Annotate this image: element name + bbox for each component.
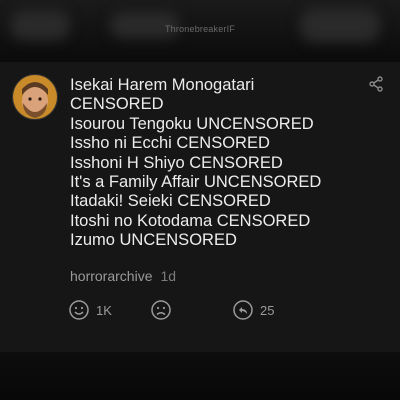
like-count: 1K — [96, 302, 112, 318]
reply-icon — [233, 300, 253, 320]
frown-icon — [151, 300, 171, 320]
comment-line: Itadaki! Seieki CENSORED — [70, 192, 271, 211]
author-name[interactable]: horrorarchive — [70, 268, 152, 284]
bottom-background — [0, 352, 400, 400]
comment-line: CENSORED — [70, 95, 164, 114]
comment-time: 1d — [160, 268, 177, 284]
share-icon[interactable] — [368, 76, 384, 92]
reply-button[interactable]: 25 — [232, 298, 274, 322]
dislike-button[interactable] — [150, 298, 178, 322]
comment-line: Issho ni Ecchi CENSORED — [70, 134, 270, 153]
like-button[interactable]: 1K — [68, 298, 112, 322]
watermark-text: ThronebreakerIF — [164, 24, 236, 34]
comment-meta: horrorarchive 1d — [70, 268, 176, 284]
avatar-image — [13, 75, 57, 119]
comment-line: Isshoni H Shiyo CENSORED — [70, 153, 283, 172]
comment-line: Itoshi no Kotodama CENSORED — [70, 211, 311, 230]
action-bar: 1K 25 — [68, 298, 288, 322]
comment-text: Isekai Harem Monogatari CENSORED Isourou… — [70, 76, 370, 251]
comment-line: Isekai Harem Monogatari — [70, 76, 255, 94]
comment-line: Isourou Tengoku UNCENSORED — [70, 114, 314, 133]
avatar[interactable] — [12, 74, 58, 120]
comment-line: It's a Family Affair UNCENSORED — [70, 173, 322, 192]
blurred-header: ThronebreakerIF — [0, 0, 400, 62]
smile-icon — [69, 300, 89, 320]
reply-count: 25 — [260, 302, 275, 318]
comment-line: Izumo UNCENSORED — [70, 231, 237, 250]
